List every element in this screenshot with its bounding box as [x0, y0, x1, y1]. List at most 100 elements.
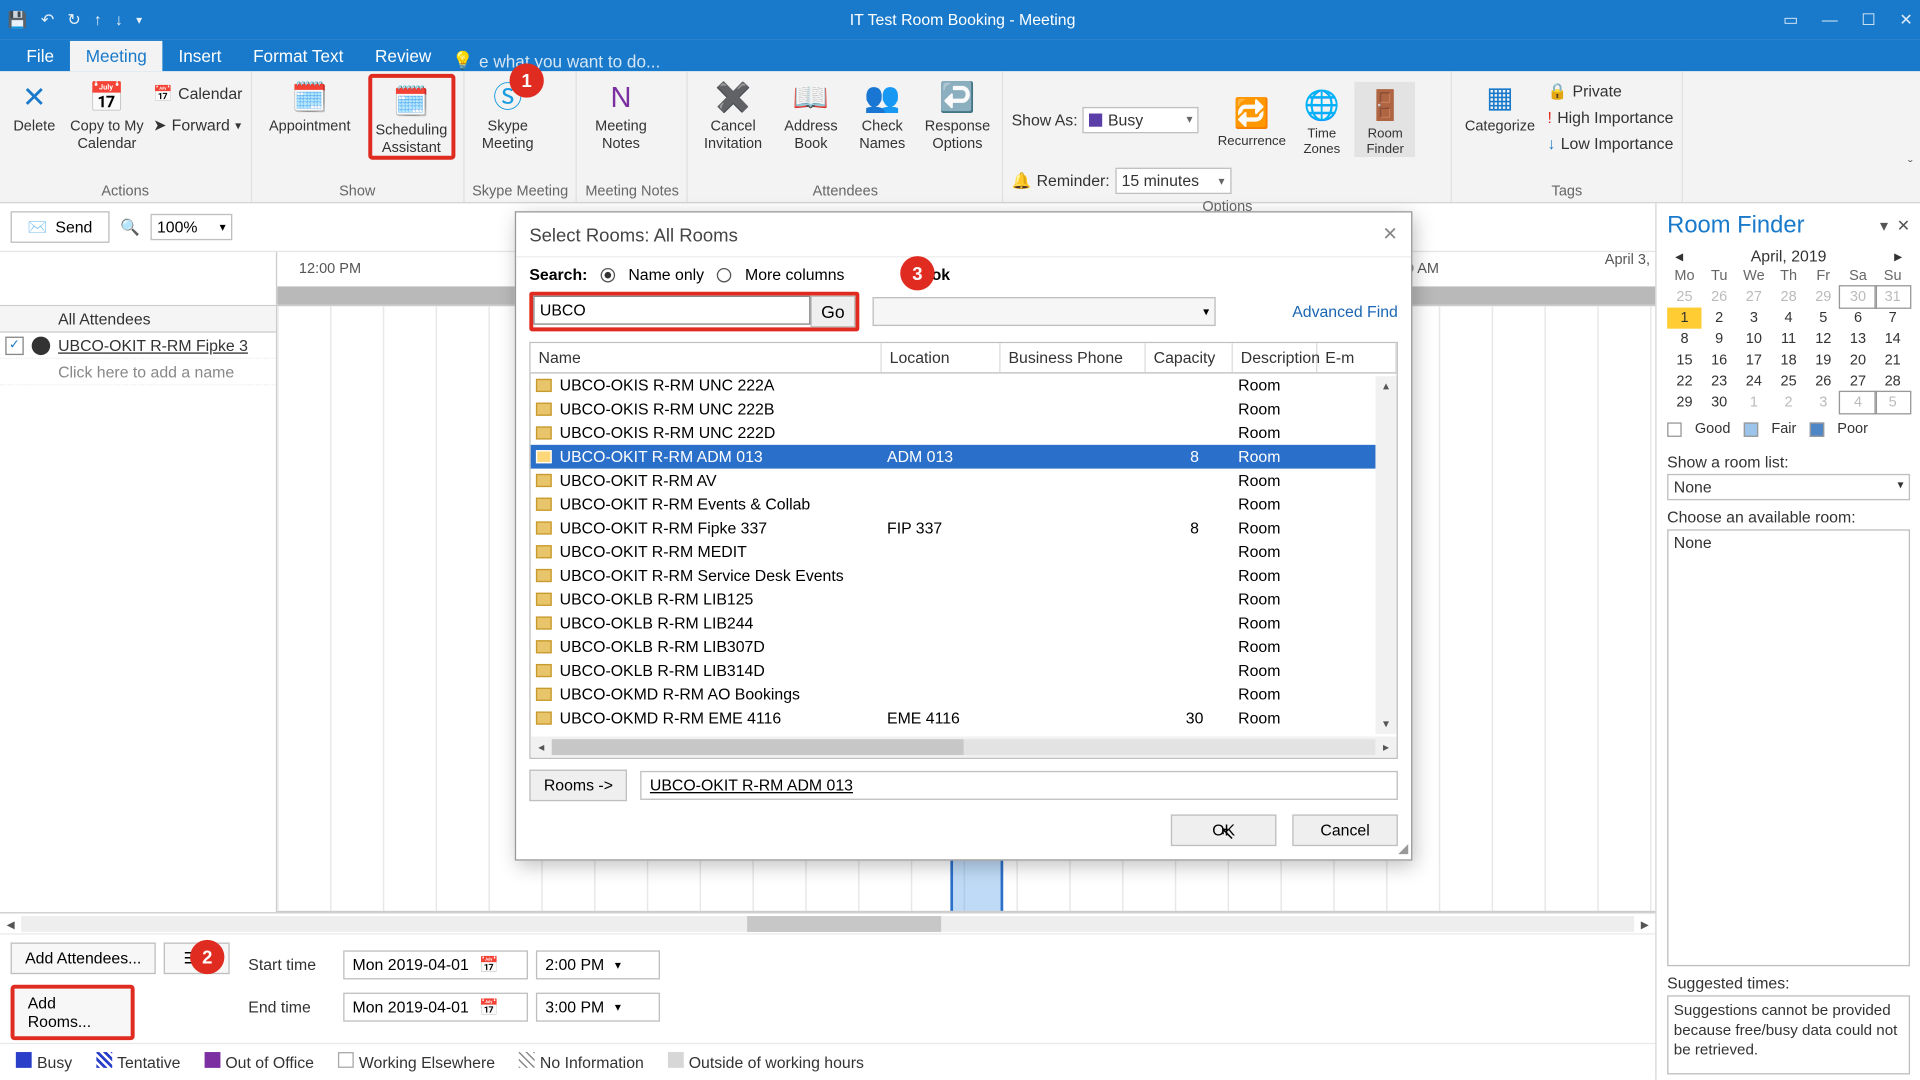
room-row[interactable]: UBCO-OKIT R-RM Service Desk EventsRoom: [531, 564, 1397, 588]
recurrence-button[interactable]: 🔁Recurrence: [1215, 89, 1289, 149]
dialog-close-icon[interactable]: ✕: [1382, 223, 1397, 245]
undo-icon[interactable]: ↶: [41, 11, 54, 29]
col-name[interactable]: Name: [531, 343, 882, 372]
radio-more-columns[interactable]: [717, 267, 732, 282]
attendee-row[interactable]: ✓ UBCO-OKIT R-RM Fipke 3: [0, 333, 276, 359]
cancel-button[interactable]: Cancel: [1292, 814, 1398, 846]
delete-button[interactable]: ✕Delete: [8, 74, 61, 136]
group-actions-label: Actions: [8, 181, 243, 202]
dialog-vscroll[interactable]: ▴▾: [1375, 376, 1396, 734]
time-zones-button[interactable]: 🌐Time Zones: [1294, 82, 1349, 157]
annotation-3: 3: [900, 256, 934, 290]
room-row[interactable]: UBCO-OKLB R-RM LIB307DRoom: [531, 635, 1397, 659]
up-icon[interactable]: ↑: [94, 11, 102, 29]
minimize-icon[interactable]: —: [1822, 11, 1838, 29]
add-attendees-button[interactable]: Add Attendees...: [11, 942, 156, 974]
save-icon[interactable]: 💾: [8, 11, 28, 29]
cal-prev-icon[interactable]: ◂: [1675, 247, 1683, 265]
rf-close-icon[interactable]: ✕: [1897, 216, 1910, 234]
calendar-button[interactable]: 📅 Calendar: [153, 82, 242, 106]
add-rooms-button[interactable]: Add Rooms...: [11, 985, 135, 1040]
start-date-field[interactable]: Mon 2019-04-01📅: [343, 950, 528, 979]
dialog-hscroll[interactable]: ◂▸: [531, 737, 1397, 758]
collapse-ribbon-icon[interactable]: ˇ: [1908, 158, 1913, 174]
rooms-to-field[interactable]: UBCO-OKIT R-RM ADM 013: [641, 771, 1398, 800]
meeting-notes-button[interactable]: NMeeting Notes: [585, 74, 656, 152]
go-button[interactable]: Go: [810, 296, 855, 328]
annotation-2: 2: [190, 940, 224, 974]
available-rooms-list[interactable]: None: [1667, 529, 1910, 966]
end-date-field[interactable]: Mon 2019-04-01📅: [343, 993, 528, 1022]
end-time-field[interactable]: 3:00 PM▾: [536, 993, 660, 1022]
cancel-invitation-button[interactable]: ✖️Cancel Invitation: [696, 74, 770, 152]
col-business-phone[interactable]: Business Phone: [1001, 343, 1146, 372]
tell-me[interactable]: 💡 e what you want to do...: [452, 50, 660, 71]
address-book-dropdown[interactable]: ▾: [873, 297, 1216, 326]
redo-icon[interactable]: ↻: [67, 11, 80, 29]
private-button[interactable]: 🔒 Private: [1548, 79, 1674, 103]
col-email[interactable]: E-m: [1317, 343, 1396, 372]
high-importance-button[interactable]: ! High Importance: [1548, 106, 1674, 130]
room-row[interactable]: UBCO-OKIS R-RM UNC 222ARoom: [531, 374, 1397, 398]
start-time-field[interactable]: 2:00 PM▾: [536, 950, 660, 979]
col-capacity[interactable]: Capacity: [1146, 343, 1233, 372]
radio-name-only[interactable]: [601, 267, 616, 282]
col-location[interactable]: Location: [882, 343, 1001, 372]
add-name-input[interactable]: Click here to add a name: [0, 359, 276, 385]
check-names-button[interactable]: 👥Check Names: [852, 74, 913, 152]
room-row[interactable]: UBCO-OKIS R-RM UNC 222BRoom: [531, 397, 1397, 421]
room-finder-button[interactable]: 🚪Room Finder: [1355, 82, 1416, 157]
reminder-dropdown[interactable]: 15 minutes▾: [1115, 168, 1231, 194]
show-as-dropdown[interactable]: Busy▾: [1083, 106, 1199, 132]
room-row[interactable]: UBCO-OKIT R-RM Fipke 337FIP 3378Room: [531, 516, 1397, 540]
search-icon[interactable]: 🔍: [120, 218, 140, 236]
copy-to-calendar-button[interactable]: 📅Copy to My Calendar: [69, 74, 146, 152]
forward-button[interactable]: ➤ Forward ▾: [153, 114, 242, 138]
tab-review[interactable]: Review: [359, 41, 447, 71]
horizontal-scrollbar[interactable]: ◂▸: [0, 912, 1655, 933]
cal-next-icon[interactable]: ▸: [1894, 247, 1902, 265]
scheduling-assistant-button[interactable]: 🗓️Scheduling Assistant: [368, 74, 455, 160]
search-input[interactable]: [533, 296, 810, 325]
appointment-button[interactable]: 🗓️Appointment: [260, 74, 360, 136]
room-row[interactable]: UBCO-OKIT R-RM AVRoom: [531, 469, 1397, 493]
down-icon[interactable]: ↓: [115, 11, 123, 29]
tab-meeting[interactable]: Meeting: [70, 41, 163, 71]
ribbon-display-icon[interactable]: ▭: [1783, 11, 1798, 29]
room-list-dropdown[interactable]: None▾: [1667, 474, 1910, 500]
categorize-button[interactable]: ▦Categorize: [1460, 74, 1539, 136]
room-row[interactable]: UBCO-OKLB R-RM LIB125Room: [531, 587, 1397, 611]
qat-more-icon[interactable]: ▾: [136, 13, 142, 28]
tab-file[interactable]: File: [11, 41, 70, 71]
rooms-to-button[interactable]: Rooms ->: [529, 770, 627, 802]
tab-insert[interactable]: Insert: [163, 41, 238, 71]
zoom-dropdown[interactable]: 100%▾: [150, 214, 232, 240]
attendee-list: All Attendees ✓ UBCO-OKIT R-RM Fipke 3 C…: [0, 306, 277, 912]
ribbon-tabs: File Meeting Insert Format Text Review 💡…: [0, 40, 1920, 72]
col-description[interactable]: Description: [1233, 343, 1317, 372]
send-button[interactable]: ✉️ Send: [11, 211, 110, 243]
room-row[interactable]: UBCO-OKLB R-RM LIB244Room: [531, 611, 1397, 635]
room-row[interactable]: UBCO-OKMD R-RM EME 4116EME 411630Room: [531, 706, 1397, 730]
ok-button[interactable]: OK↖: [1171, 814, 1277, 846]
response-options-button[interactable]: ↩️Response Options: [921, 74, 995, 152]
room-row[interactable]: UBCO-OKIS R-RM UNC 222DRoom: [531, 421, 1397, 445]
close-icon[interactable]: ✕: [1899, 11, 1912, 29]
address-book-button[interactable]: 📖Address Book: [778, 74, 844, 152]
rooms-table: Name Location Business Phone Capacity De…: [529, 342, 1398, 759]
maximize-icon[interactable]: ☐: [1861, 11, 1875, 29]
advanced-find-link[interactable]: Advanced Find: [1292, 302, 1398, 320]
room-row[interactable]: UBCO-OKIT R-RM Events & CollabRoom: [531, 492, 1397, 516]
start-time-label: Start time: [248, 956, 335, 974]
tab-format-text[interactable]: Format Text: [237, 41, 359, 71]
room-row[interactable]: UBCO-OKMD R-RM AO BookingsRoom: [531, 682, 1397, 706]
room-row[interactable]: UBCO-OKIT R-RM ADM 013ADM 0138Room: [531, 445, 1397, 469]
low-importance-button[interactable]: ↓ Low Importance: [1548, 132, 1674, 156]
resize-grip-icon[interactable]: ◢: [1398, 842, 1408, 857]
suggested-times-box: Suggestions cannot be provided because f…: [1667, 995, 1910, 1074]
mini-calendar[interactable]: MoTuWeThFrSaSu 2526272829303112345678910…: [1667, 265, 1910, 413]
room-row[interactable]: UBCO-OKLB R-RM LIB314DRoom: [531, 659, 1397, 683]
room-row[interactable]: UBCO-OKIT R-RM MEDITRoom: [531, 540, 1397, 564]
checkbox-icon[interactable]: ✓: [5, 336, 23, 354]
rf-dropdown-icon[interactable]: ▾: [1880, 216, 1888, 234]
